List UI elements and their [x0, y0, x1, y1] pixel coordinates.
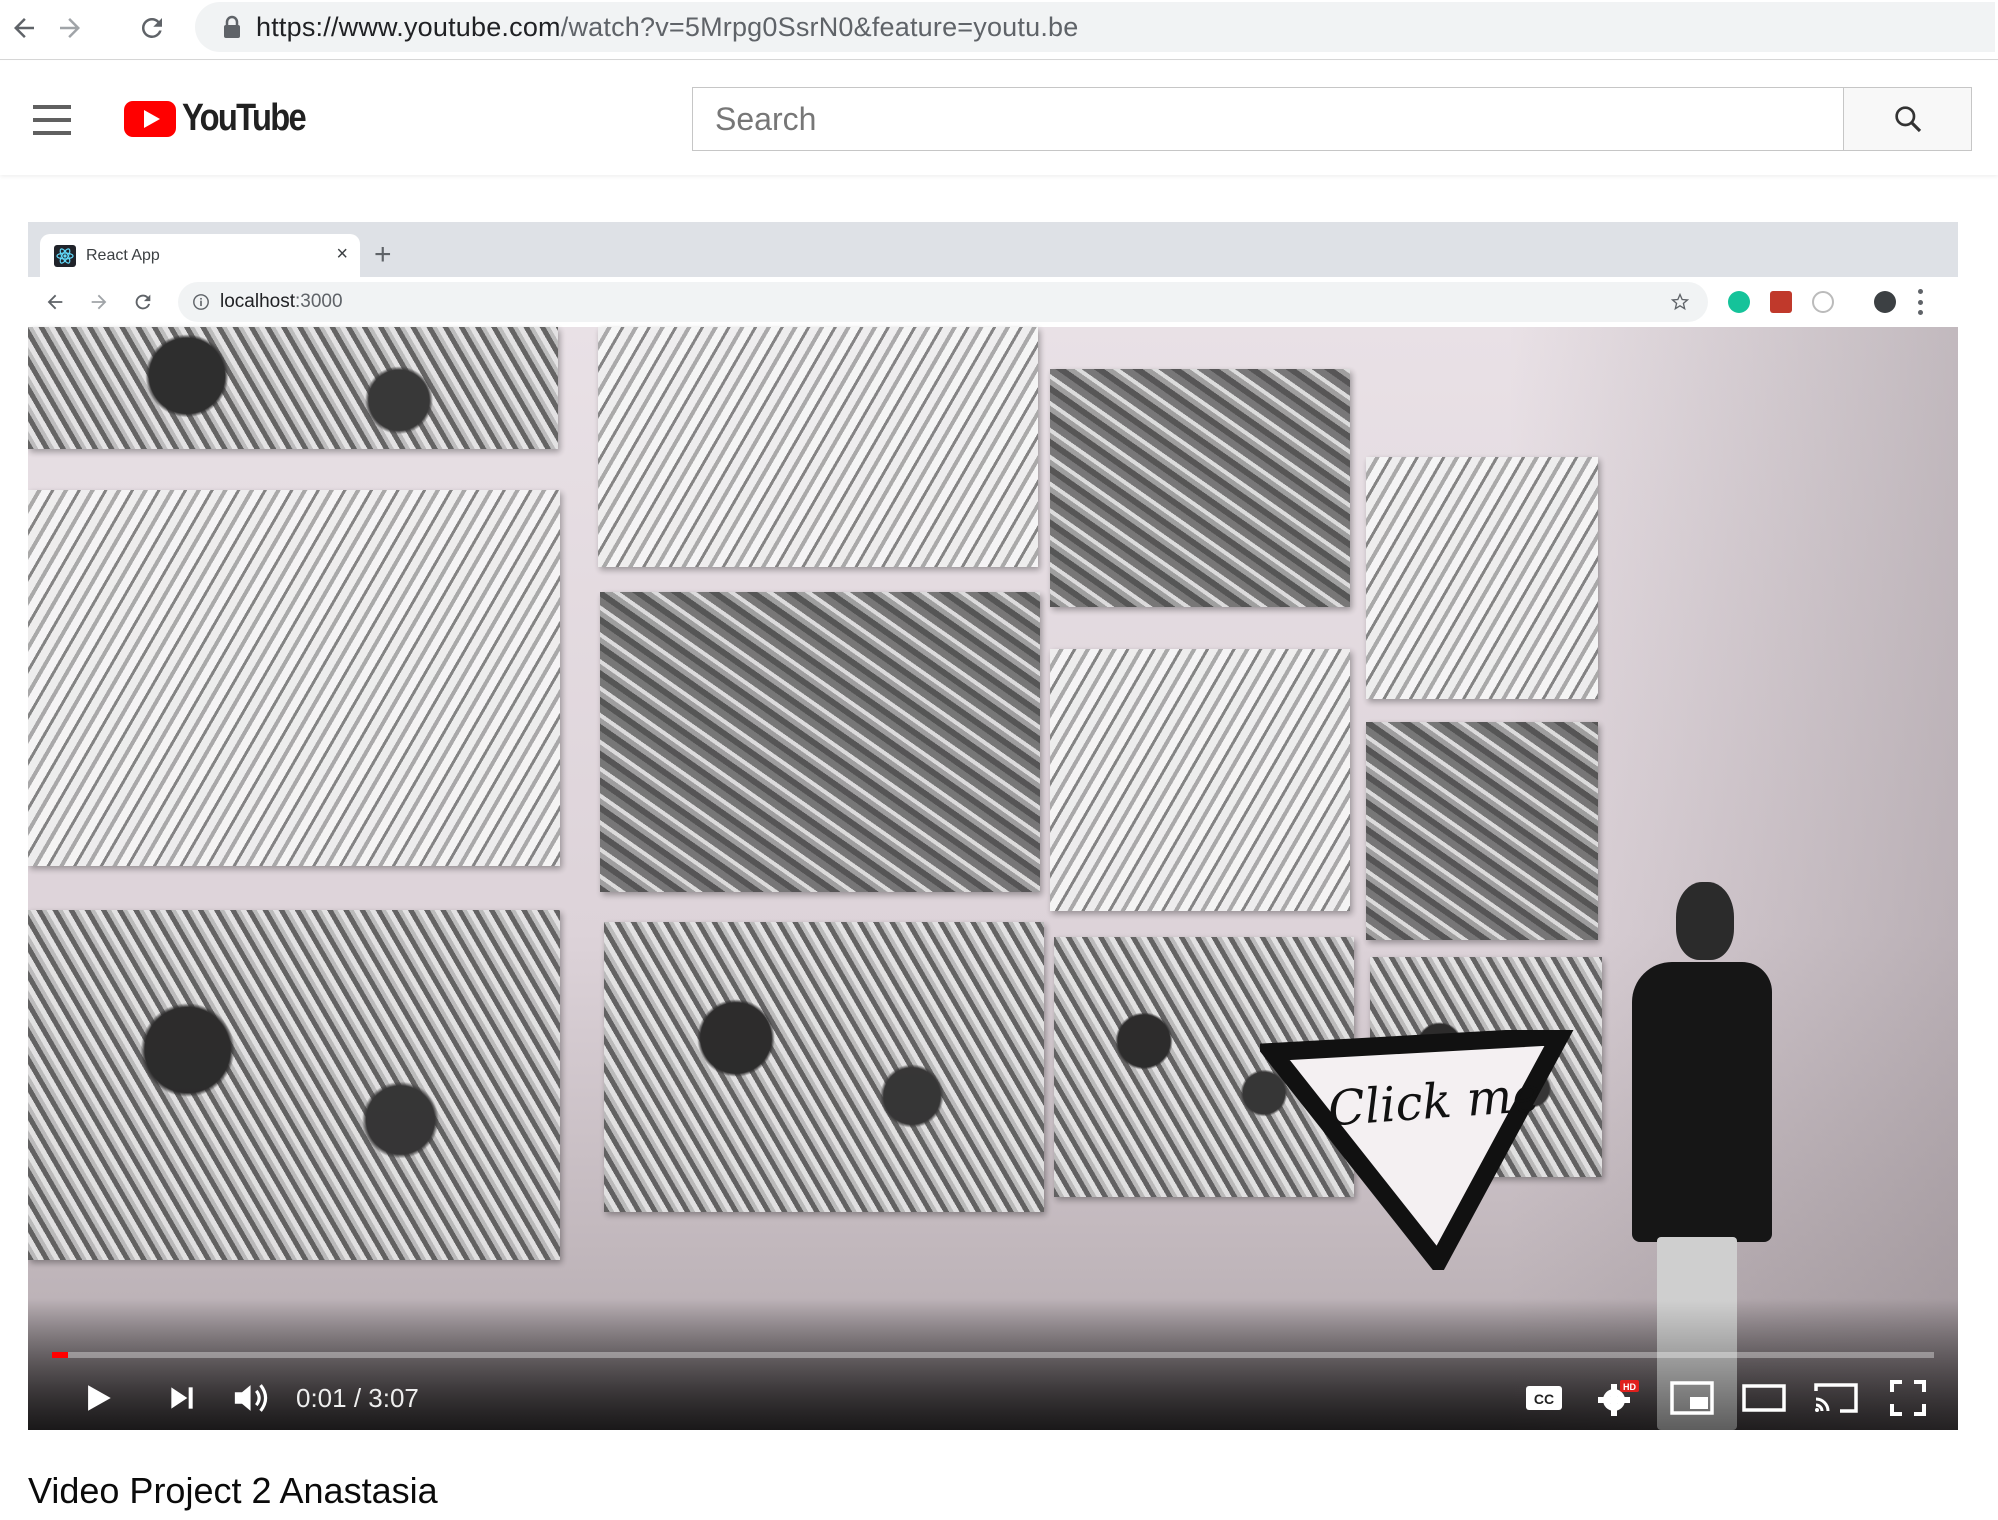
aerial-photo: [28, 910, 560, 1260]
new-tab-plus-icon[interactable]: +: [374, 240, 392, 270]
arrow-right-icon: [60, 18, 80, 38]
reload-icon: [141, 17, 162, 38]
youtube-header: YouTube: [0, 61, 1998, 175]
url-text: https://www.youtube.com/watch?v=5Mrpg0Ss…: [256, 12, 1078, 43]
captions-button[interactable]: CC: [1518, 1372, 1570, 1424]
recorded-reload-button[interactable]: [128, 287, 158, 317]
video-frame-gallery-image: [28, 327, 1958, 1430]
cc-icon: CC: [1526, 1386, 1562, 1410]
url-domain: https://www.youtube.com: [256, 11, 561, 42]
menu-button[interactable]: [24, 95, 80, 145]
youtube-logo-text: YouTube: [182, 97, 307, 139]
progress-bar[interactable]: [52, 1352, 1934, 1358]
fullscreen-icon: [1890, 1380, 1926, 1416]
forward-button[interactable]: [48, 6, 92, 50]
recorded-address-bar[interactable]: localhost:3000: [178, 282, 1708, 322]
aerial-photo: [604, 922, 1044, 1212]
info-icon: [193, 294, 209, 310]
profile-avatar-icon[interactable]: [1874, 291, 1896, 313]
progress-played: [52, 1352, 68, 1358]
recorded-tab-strip: React App × +: [28, 222, 1958, 277]
search-button[interactable]: [1843, 87, 1972, 151]
aerial-photo: [1050, 369, 1350, 607]
recorded-toolbar: localhost:3000: [28, 277, 1958, 327]
aerial-photo: [600, 592, 1040, 892]
recorded-url-host: localhost: [220, 291, 295, 312]
current-time: 0:01: [296, 1383, 347, 1413]
click-me-triangle-button[interactable]: Click me: [1254, 1026, 1580, 1279]
recorded-tab-title: React App: [86, 246, 160, 264]
gear-hd-icon: HD: [1598, 1380, 1639, 1416]
skip-next-icon: [171, 1387, 193, 1409]
reload-icon: [135, 294, 151, 310]
lock-icon: [224, 15, 240, 38]
play-icon: [88, 1385, 111, 1411]
search-input[interactable]: [693, 88, 1843, 150]
play-button[interactable]: [72, 1372, 124, 1424]
arrow-left-icon: [47, 294, 63, 310]
aerial-photo: [598, 327, 1038, 567]
recorded-back-button[interactable]: [40, 287, 70, 317]
url-path: /watch?v=5Mrpg0SsrN0&feature=youtu.be: [560, 11, 1079, 42]
react-logo-icon: [54, 244, 76, 267]
video-player[interactable]: React App × + localhost:3000 Click me 0:…: [28, 222, 1958, 1430]
cast-icon: [1814, 1383, 1858, 1413]
aerial-photo: [1366, 457, 1598, 699]
volume-button[interactable]: [226, 1372, 278, 1424]
close-icon[interactable]: ×: [336, 243, 348, 266]
video-title: Video Project 2 Anastasia: [28, 1470, 438, 1511]
miniplayer-icon: [1670, 1381, 1714, 1415]
menu-icon-bar: [33, 118, 71, 122]
svg-text:CC: CC: [1534, 1391, 1554, 1407]
aerial-photo: [1050, 649, 1350, 911]
theater-mode-icon: [1742, 1384, 1786, 1412]
arrow-left-icon: [14, 18, 34, 38]
extension-grey-icon[interactable]: [1812, 291, 1834, 313]
aerial-photo: [28, 327, 558, 449]
triangle-overlay-icon: [1254, 1026, 1576, 1279]
menu-icon-bar: [33, 131, 71, 135]
arrow-right-icon: [91, 294, 107, 310]
duration: 3:07: [368, 1383, 419, 1413]
browser-toolbar: https://www.youtube.com/watch?v=5Mrpg0Ss…: [0, 0, 1998, 60]
grammarly-extension-icon[interactable]: [1728, 291, 1750, 313]
recorded-forward-button[interactable]: [84, 287, 114, 317]
reload-button[interactable]: [130, 6, 174, 50]
miniplayer-button[interactable]: [1664, 1372, 1720, 1424]
aerial-photo: [1366, 722, 1598, 940]
theater-mode-button[interactable]: [1736, 1372, 1792, 1424]
address-bar[interactable]: https://www.youtube.com/watch?v=5Mrpg0Ss…: [195, 2, 1995, 52]
volume-icon: [234, 1384, 268, 1412]
youtube-logo[interactable]: YouTube: [124, 97, 325, 140]
star-icon[interactable]: [1670, 292, 1690, 312]
recorded-tab[interactable]: React App ×: [40, 234, 360, 277]
fullscreen-button[interactable]: [1880, 1372, 1936, 1424]
youtube-play-logo-icon: [124, 100, 176, 137]
back-button[interactable]: [2, 6, 46, 50]
cast-button[interactable]: [1808, 1372, 1864, 1424]
extension-red-icon[interactable]: [1770, 291, 1792, 313]
menu-icon-bar: [33, 105, 71, 109]
search-icon: [1894, 106, 1921, 133]
time-display: 0:01 / 3:07: [296, 1383, 419, 1413]
recorded-url-port: :3000: [295, 291, 343, 312]
settings-button[interactable]: HD: [1590, 1372, 1646, 1424]
aerial-photo: [28, 490, 560, 866]
svg-text:HD: HD: [1623, 1382, 1636, 1392]
kebab-menu-icon[interactable]: [1918, 289, 1924, 315]
search-box: [692, 87, 1843, 151]
next-button[interactable]: [156, 1372, 208, 1424]
recorded-url-text: localhost:3000: [220, 291, 343, 313]
